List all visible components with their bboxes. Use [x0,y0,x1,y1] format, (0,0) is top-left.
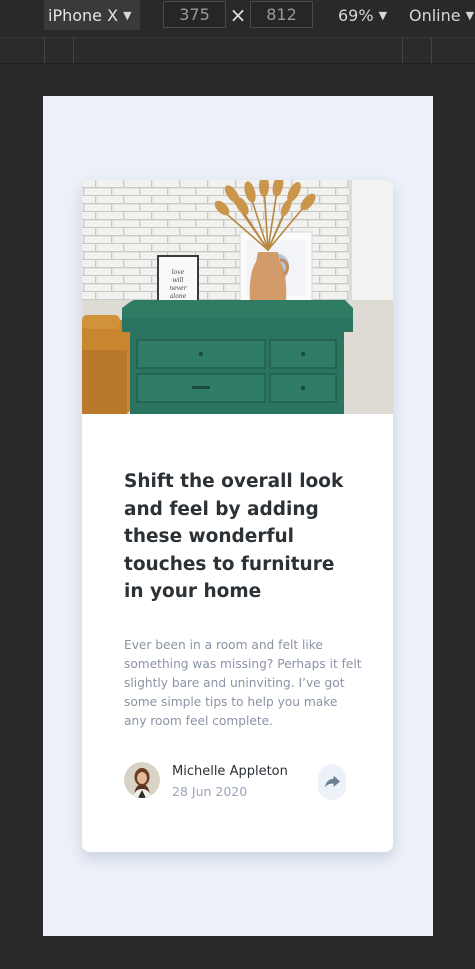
ruler-divider [402,38,403,63]
article-preview-card: love will never alone Shift the overall … [82,180,393,852]
frame-script-text: will [173,277,184,284]
share-button[interactable] [318,764,346,800]
ruler-divider [431,38,432,63]
device-select[interactable]: iPhone X ▼ [44,0,140,30]
caret-down-icon: ▼ [465,8,475,22]
share-arrow-icon [324,773,340,792]
ruler-divider [73,38,74,63]
author-name: Michelle Appleton [172,764,288,779]
throttling-select-label: Online [409,5,461,25]
caret-down-icon: ▼ [378,8,388,22]
publish-date: 28 Jun 2020 [172,784,248,799]
device-select-label: iPhone X [48,5,119,25]
caret-down-icon: ▼ [123,8,132,22]
frame-script-text: never [169,285,187,292]
zoom-select-label: 69% [338,5,374,25]
viewport-height-input[interactable]: 812 [250,1,313,28]
devtools-device-toolbar: iPhone X ▼ 375 × 812 69% ▼ Online ▼ [0,0,475,32]
author-info: Michelle Appleton 28 Jun 2020 [124,760,349,800]
frame-script-text: alone [170,293,187,300]
article-title: Shift the overall look and feel by addin… [124,471,344,602]
dimension-separator: × [229,3,247,27]
ruler-divider [44,38,45,63]
frame-script-text: love [172,269,185,276]
devtools-media-query-bar [0,37,475,64]
viewport-width-input[interactable]: 375 [163,1,226,28]
device-viewport: love will never alone Shift the overall … [43,96,433,936]
article-description: Ever been in a room and felt like someth… [124,638,362,728]
throttling-select[interactable]: Online ▼ [409,0,474,30]
avatar [124,762,160,798]
zoom-select[interactable]: 69% ▼ [338,0,387,30]
hero-image: love will never alone [82,180,393,414]
